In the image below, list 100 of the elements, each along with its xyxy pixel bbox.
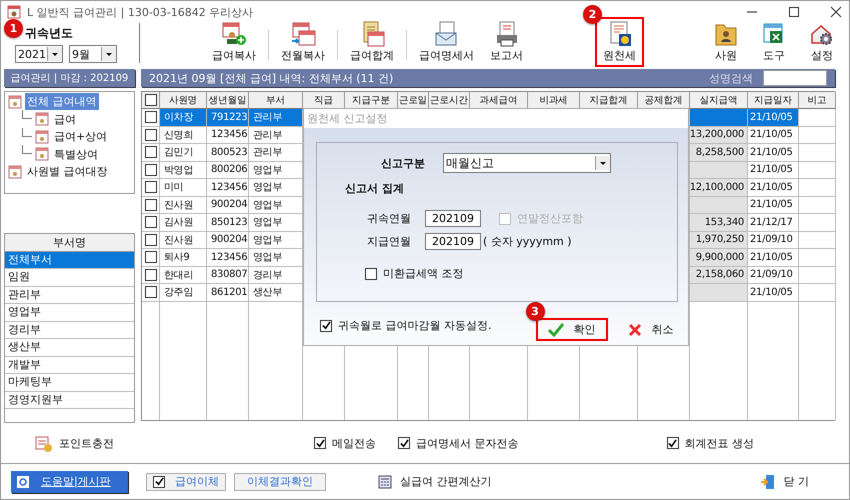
table-cell[interactable]: 800206 xyxy=(207,162,249,179)
year-select[interactable]: 2021 xyxy=(15,45,63,63)
checkbox[interactable] xyxy=(144,251,156,264)
table-cell[interactable]: 861201 xyxy=(207,284,249,302)
table-cell[interactable] xyxy=(799,214,836,232)
table-cell[interactable] xyxy=(799,109,836,126)
column-header[interactable]: 근로일 xyxy=(398,92,429,109)
tree-item[interactable]: 전체 급여내역 xyxy=(25,93,98,110)
column-header[interactable]: 생년월일 xyxy=(207,92,249,109)
table-cell[interactable]: 21/10/05 xyxy=(748,109,799,126)
table-cell[interactable] xyxy=(799,232,836,249)
table-cell[interactable]: 영업부 xyxy=(249,179,303,196)
table-cell[interactable]: 경리부 xyxy=(249,266,303,284)
tree-item[interactable]: 급여+상여 xyxy=(52,128,110,146)
column-header[interactable]: 지급일자 xyxy=(748,92,799,109)
table-cell[interactable]: 2,158,060 xyxy=(690,266,748,284)
checkbox[interactable] xyxy=(144,286,156,298)
table-cell[interactable]: 영업부 xyxy=(249,249,303,266)
department-item[interactable]: 마케팅부 xyxy=(5,374,134,392)
table-cell[interactable]: 관리부 xyxy=(249,144,303,162)
checkbox[interactable] xyxy=(144,268,156,281)
table-cell[interactable]: 생산부 xyxy=(249,284,303,302)
report-type-select[interactable]: 매월신고 xyxy=(443,153,611,173)
table-cell[interactable]: 영업부 xyxy=(249,214,303,232)
cancel-button[interactable]: 취소 xyxy=(628,322,674,337)
column-header[interactable]: 과세급여 xyxy=(470,92,528,109)
table-cell[interactable]: 진사원 xyxy=(160,232,207,249)
table-cell[interactable]: 800523 xyxy=(207,144,249,162)
table-cell[interactable]: 153,340 xyxy=(690,214,748,232)
table-cell[interactable]: 13,200,000 xyxy=(690,126,748,144)
table-cell[interactable]: 영업부 xyxy=(249,196,303,214)
table-cell[interactable]: 김사원 xyxy=(160,214,207,232)
table-cell[interactable] xyxy=(799,179,836,196)
table-cell[interactable] xyxy=(690,284,748,302)
department-item[interactable]: 영업부 xyxy=(5,304,134,322)
toolbar-button[interactable]: 급여명세서 xyxy=(411,17,482,67)
toolbar-button[interactable]: 급여복사 xyxy=(204,17,264,67)
checkbox[interactable] xyxy=(144,94,156,106)
table-cell[interactable]: 21/09/10 xyxy=(748,232,799,249)
table-cell[interactable]: 21/10/05 xyxy=(748,144,799,162)
table-cell[interactable] xyxy=(799,249,836,266)
table-cell[interactable]: 21/10/05 xyxy=(748,126,799,144)
month-select[interactable]: 9월 xyxy=(69,45,117,63)
checkbox[interactable] xyxy=(320,320,332,332)
table-cell[interactable]: 21/12/17 xyxy=(748,214,799,232)
checkbox[interactable] xyxy=(666,437,678,449)
table-cell[interactable]: 퇴사9 xyxy=(160,249,207,266)
point-charge-button[interactable]: 포인트충전 xyxy=(35,434,114,452)
search-field[interactable] xyxy=(763,70,827,86)
table-cell[interactable]: 850123 xyxy=(207,214,249,232)
month-field[interactable]: 202109 xyxy=(425,233,481,250)
tree-item[interactable]: 특별상여 xyxy=(52,146,100,163)
table-cell[interactable]: 123456 xyxy=(207,179,249,196)
table-cell[interactable] xyxy=(690,109,748,126)
table-cell[interactable]: 900204 xyxy=(207,196,249,214)
toolbar-button[interactable]: 사원 xyxy=(705,17,747,67)
table-cell[interactable]: 21/10/05 xyxy=(748,179,799,196)
table-cell[interactable]: 영업부 xyxy=(249,162,303,179)
tree-item[interactable]: 사원별 급여대장 xyxy=(25,163,110,180)
department-item[interactable]: 관리부 xyxy=(5,286,134,304)
column-header[interactable]: 근로시간 xyxy=(429,92,470,109)
column-header[interactable]: 부서 xyxy=(249,92,303,109)
table-cell[interactable]: 영업부 xyxy=(249,232,303,249)
maximize-button[interactable] xyxy=(787,5,801,19)
column-header[interactable]: 지급구분 xyxy=(345,92,398,109)
column-header[interactable]: 실지급액 xyxy=(690,92,748,109)
table-cell[interactable]: 123456 xyxy=(207,249,249,266)
checkbox[interactable] xyxy=(365,268,377,280)
table-cell[interactable] xyxy=(799,266,836,284)
department-item[interactable]: 경리부 xyxy=(5,322,134,340)
checkbox[interactable] xyxy=(144,111,156,124)
table-cell[interactable]: 김민기 xyxy=(160,144,207,162)
column-header[interactable]: 사원명 xyxy=(160,92,207,109)
table-cell[interactable]: 123456 xyxy=(207,126,249,144)
column-header[interactable]: 지급합계 xyxy=(580,92,638,109)
toolbar-button[interactable]: 전월복사 xyxy=(273,17,333,67)
toolbar-button[interactable]: 보고서 xyxy=(482,17,531,67)
table-cell[interactable]: 12,100,000 xyxy=(690,179,748,196)
column-header[interactable]: 직급 xyxy=(303,92,345,109)
table-cell[interactable]: 8,258,500 xyxy=(690,144,748,162)
tree-item[interactable]: 급여 xyxy=(52,110,78,128)
checkbox[interactable] xyxy=(398,437,410,449)
table-cell[interactable]: 미미 xyxy=(160,179,207,196)
department-item[interactable]: 개발부 xyxy=(5,356,134,374)
department-item[interactable]: 경영지원부 xyxy=(5,392,134,410)
table-cell[interactable]: 이차장 xyxy=(160,109,207,126)
table-cell[interactable]: 791223 xyxy=(207,109,249,126)
table-cell[interactable]: 830807 xyxy=(207,266,249,284)
table-cell[interactable] xyxy=(799,162,836,179)
column-header[interactable]: 비고 xyxy=(799,92,836,109)
checkbox[interactable] xyxy=(314,437,326,449)
checkbox[interactable] xyxy=(144,198,156,211)
department-item[interactable]: 임원 xyxy=(5,269,134,287)
transfer-result-button[interactable]: 이체결과확인 xyxy=(234,472,326,490)
checkbox[interactable] xyxy=(144,146,156,158)
checkbox[interactable] xyxy=(144,216,156,228)
checkbox[interactable] xyxy=(144,181,156,194)
checkbox[interactable] xyxy=(144,234,156,246)
table-cell[interactable]: 신명희 xyxy=(160,126,207,144)
close-window-button[interactable]: 닫 기 xyxy=(760,474,809,490)
